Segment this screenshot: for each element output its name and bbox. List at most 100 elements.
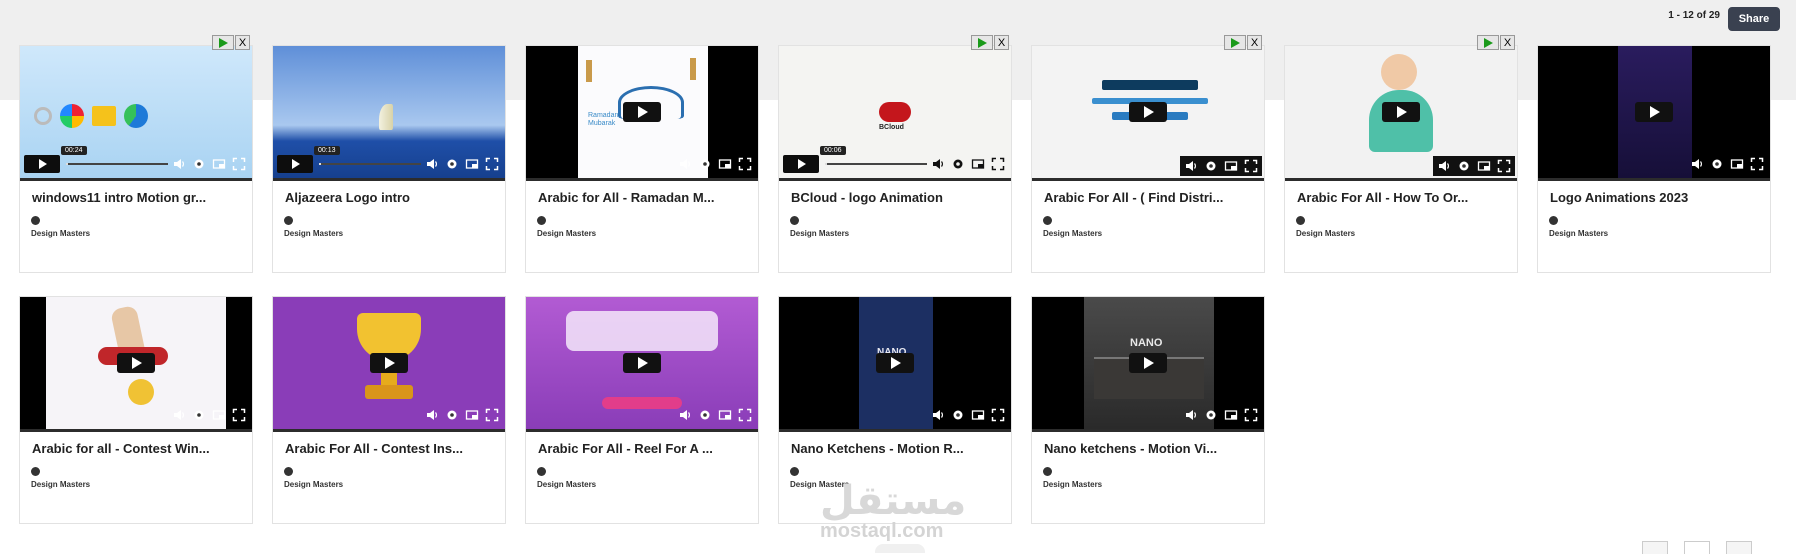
pip-icon[interactable] <box>718 408 732 422</box>
volume-icon[interactable] <box>172 157 186 171</box>
volume-icon[interactable] <box>678 157 692 171</box>
ad-badge[interactable]: X <box>212 35 250 50</box>
play-button[interactable] <box>1382 102 1420 122</box>
video-title[interactable]: Logo Animations 2023 <box>1550 190 1760 205</box>
video-player[interactable] <box>1285 46 1517 178</box>
video-card[interactable]: BCloud 00:06 X BCloud - logo Animation D… <box>778 35 1012 273</box>
video-title[interactable]: BCloud - logo Animation <box>791 190 1001 205</box>
author-name[interactable]: Design Masters <box>1296 229 1355 238</box>
ad-play-icon[interactable] <box>212 35 234 50</box>
fullscreen-icon[interactable] <box>232 157 246 171</box>
settings-icon[interactable] <box>1204 159 1218 173</box>
play-button[interactable] <box>783 155 819 173</box>
ad-close-icon[interactable]: X <box>994 35 1009 50</box>
author-name[interactable]: Design Masters <box>1043 229 1102 238</box>
progress-bar[interactable] <box>319 163 421 165</box>
video-player[interactable]: NANO <box>779 297 1011 429</box>
fullscreen-icon[interactable] <box>232 408 246 422</box>
pip-icon[interactable] <box>1224 159 1238 173</box>
author-name[interactable]: Design Masters <box>284 229 343 238</box>
author-name[interactable]: Design Masters <box>790 229 849 238</box>
settings-icon[interactable] <box>698 408 712 422</box>
play-button[interactable] <box>623 353 661 373</box>
play-button[interactable] <box>623 102 661 122</box>
pip-icon[interactable] <box>971 157 985 171</box>
settings-icon[interactable] <box>445 157 459 171</box>
video-card[interactable]: Arabic for all - Contest Win... Design M… <box>19 296 253 524</box>
fullscreen-icon[interactable] <box>485 408 499 422</box>
ad-close-icon[interactable]: X <box>235 35 250 50</box>
video-card[interactable]: 00:24 X windows11 intro Motion gr... Des… <box>19 35 253 273</box>
volume-icon[interactable] <box>172 408 186 422</box>
video-title[interactable]: Arabic for all - Contest Win... <box>32 441 242 456</box>
pip-icon[interactable] <box>1224 408 1238 422</box>
play-button[interactable] <box>1129 102 1167 122</box>
video-player[interactable] <box>526 297 758 429</box>
progress-bar[interactable] <box>825 163 927 165</box>
video-card[interactable]: X Arabic For All - How To Or... Design M… <box>1284 35 1518 273</box>
ad-badge[interactable]: X <box>1224 35 1262 50</box>
pip-icon[interactable] <box>1477 159 1491 173</box>
settings-icon[interactable] <box>951 157 965 171</box>
video-player[interactable]: 00:13 <box>273 46 505 178</box>
pagination-prev-button[interactable] <box>1642 541 1668 554</box>
author-name[interactable]: Design Masters <box>537 480 596 489</box>
pip-icon[interactable] <box>212 408 226 422</box>
ad-badge[interactable]: X <box>971 35 1009 50</box>
pagination-last-button[interactable] <box>1726 541 1752 554</box>
settings-icon[interactable] <box>445 408 459 422</box>
video-title[interactable]: Arabic For All - Reel For A ... <box>538 441 748 456</box>
volume-icon[interactable] <box>425 157 439 171</box>
author-name[interactable]: Design Masters <box>31 480 90 489</box>
pip-icon[interactable] <box>971 408 985 422</box>
pip-icon[interactable] <box>465 408 479 422</box>
pip-icon[interactable] <box>1730 157 1744 171</box>
video-title[interactable]: Arabic For All - ( Find Distri... <box>1044 190 1254 205</box>
ad-play-icon[interactable] <box>1477 35 1499 50</box>
video-title[interactable]: Nano Ketchens - Motion R... <box>791 441 1001 456</box>
author-name[interactable]: Design Masters <box>1549 229 1608 238</box>
video-player[interactable] <box>1032 46 1264 178</box>
author-name[interactable]: Design Masters <box>537 229 596 238</box>
volume-icon[interactable] <box>1690 157 1704 171</box>
settings-icon[interactable] <box>192 408 206 422</box>
video-player[interactable]: BCloud 00:06 <box>779 46 1011 178</box>
settings-icon[interactable] <box>192 157 206 171</box>
video-player[interactable]: 00:24 <box>20 46 252 178</box>
video-player[interactable] <box>273 297 505 429</box>
settings-icon[interactable] <box>1457 159 1471 173</box>
volume-icon[interactable] <box>1184 159 1198 173</box>
pip-icon[interactable] <box>465 157 479 171</box>
volume-icon[interactable] <box>1437 159 1451 173</box>
video-player[interactable] <box>20 297 252 429</box>
video-card[interactable]: Ramadan Mubarak Arabic for All - Ramadan… <box>525 45 759 273</box>
fullscreen-icon[interactable] <box>991 157 1005 171</box>
settings-icon[interactable] <box>951 408 965 422</box>
ad-play-icon[interactable] <box>1224 35 1246 50</box>
ad-close-icon[interactable]: X <box>1247 35 1262 50</box>
video-card[interactable]: 00:13 Aljazeera Logo intro Design Master… <box>272 45 506 273</box>
play-button[interactable] <box>24 155 60 173</box>
author-name[interactable]: Design Masters <box>1043 480 1102 489</box>
volume-icon[interactable] <box>931 157 945 171</box>
fullscreen-icon[interactable] <box>1497 159 1511 173</box>
progress-bar[interactable] <box>66 163 168 165</box>
ad-play-icon[interactable] <box>971 35 993 50</box>
fullscreen-icon[interactable] <box>1244 408 1258 422</box>
video-title[interactable]: Arabic For All - Contest Ins... <box>285 441 495 456</box>
ad-badge[interactable]: X <box>1477 35 1515 50</box>
video-title[interactable]: Aljazeera Logo intro <box>285 190 495 205</box>
volume-icon[interactable] <box>425 408 439 422</box>
video-card[interactable]: Arabic For All - Contest Ins... Design M… <box>272 296 506 524</box>
author-name[interactable]: Design Masters <box>31 229 90 238</box>
pip-icon[interactable] <box>212 157 226 171</box>
volume-icon[interactable] <box>1184 408 1198 422</box>
play-button[interactable] <box>277 155 313 173</box>
pagination-page-button[interactable] <box>1684 541 1710 554</box>
fullscreen-icon[interactable] <box>738 408 752 422</box>
video-title[interactable]: Arabic for All - Ramadan M... <box>538 190 748 205</box>
play-button[interactable] <box>1129 353 1167 373</box>
share-button[interactable]: Share <box>1728 7 1780 31</box>
video-title[interactable]: Nano ketchens - Motion Vi... <box>1044 441 1254 456</box>
play-button[interactable] <box>876 353 914 373</box>
